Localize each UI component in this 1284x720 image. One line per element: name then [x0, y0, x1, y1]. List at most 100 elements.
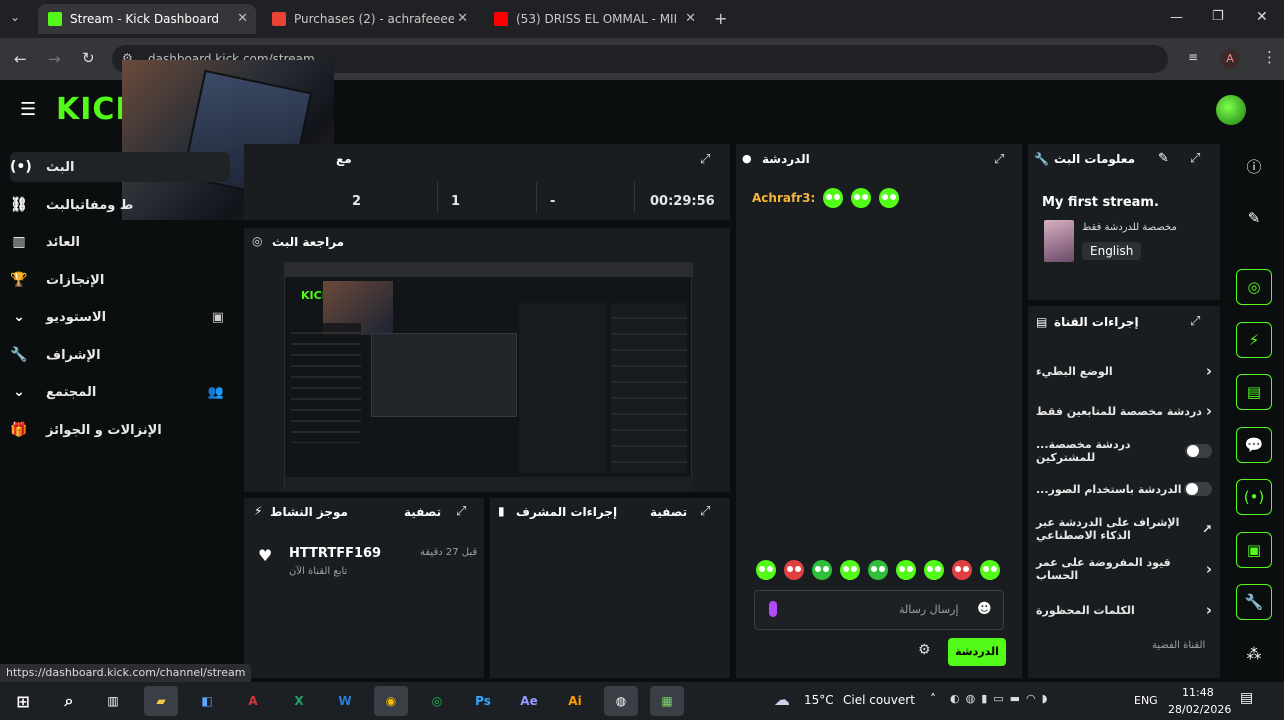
task-view-icon[interactable]: ▥ [96, 686, 130, 716]
forward-button[interactable]: → [48, 50, 61, 68]
excel-icon[interactable]: X [282, 686, 316, 716]
emote-only-toggle[interactable] [1184, 482, 1212, 496]
expand-icon[interactable]: ⤢ [456, 504, 466, 519]
preview-toggle-icon[interactable]: ◎ [1236, 269, 1272, 305]
chrome-icon[interactable]: ◉ [374, 686, 408, 716]
chat-username[interactable]: Achrafr3: [752, 191, 815, 205]
emote-icon[interactable] [924, 560, 944, 580]
user-avatar[interactable] [1216, 95, 1246, 125]
language-indicator[interactable]: ENG [1134, 694, 1158, 707]
emote-icon[interactable] [952, 560, 972, 580]
sidebar-item-achievements[interactable]: 🏆 الإنجازات [10, 265, 230, 295]
new-tab-button[interactable]: + [714, 9, 727, 28]
word-icon[interactable]: W [328, 686, 362, 716]
close-window-button[interactable]: ✕ [1256, 9, 1268, 25]
tab-search-button[interactable]: ⌄ [10, 10, 20, 24]
info-icon[interactable]: ⓘ [1236, 148, 1272, 184]
clock-date[interactable]: 28/02/2026 [1168, 703, 1231, 716]
wrench-toggle-icon[interactable]: 🔧 [1236, 584, 1272, 620]
clock-time[interactable]: 11:48 [1182, 686, 1214, 699]
chat-send-button[interactable]: الدردشة [948, 638, 1006, 666]
sidebar-item-moderation[interactable]: 🔧 الإشراف [10, 340, 230, 370]
action-slow-mode[interactable]: الوضع البطيء › [1036, 357, 1212, 385]
activity-toggle-icon[interactable]: ⚡ [1236, 322, 1272, 358]
obs-icon[interactable]: ◍ [604, 686, 638, 716]
stream-preview-video[interactable]: KICK [284, 262, 693, 491]
sidebar-item-revenue[interactable]: ▥ العائد [10, 227, 230, 257]
profile-avatar[interactable]: A [1220, 49, 1240, 69]
sidebar-item-studio[interactable]: ⌄ الاستوديو ▣ [10, 302, 230, 332]
start-button[interactable]: ⊞ [6, 686, 40, 716]
media-controls-icon[interactable]: ≡ [1188, 50, 1198, 64]
notifications-icon[interactable]: ▤ [1240, 690, 1253, 706]
photoshop-icon[interactable]: Ps [466, 686, 500, 716]
event-time: قبل 27 دقيقة [420, 547, 478, 558]
expand-icon[interactable]: ⤢ [700, 504, 710, 519]
broadcast-toggle-icon[interactable]: (•) [1236, 479, 1272, 515]
expand-icon[interactable]: ⤢ [1190, 151, 1200, 166]
tab-kick-dashboard[interactable]: Stream - Kick Dashboard ✕ [38, 4, 256, 34]
close-tab-icon[interactable]: ✕ [685, 11, 696, 26]
action-account-age[interactable]: قيود المفروضة على عمر الحساب › [1036, 555, 1212, 583]
close-tab-icon[interactable]: ✕ [237, 11, 248, 26]
action-banned-words[interactable]: الكلمات المحظورة › [1036, 596, 1212, 624]
sidebar-item-drops[interactable]: 🎁 الإنزالات و الجوائز [10, 415, 230, 445]
activity-filter[interactable]: تصفية [404, 505, 441, 519]
category-name[interactable]: مخصصة للدردشة فقط [1082, 222, 1177, 233]
file-explorer-icon[interactable]: ▰ [144, 686, 178, 716]
browser-menu-icon[interactable]: ⋮ [1262, 48, 1277, 66]
store-icon[interactable]: ◧ [190, 686, 224, 716]
category-thumbnail[interactable] [1044, 220, 1074, 262]
action-label: الوضع البطيء [1036, 364, 1113, 378]
tab-youtube[interactable]: (53) DRISS EL OMMAL - MIMTI ✕ [484, 4, 704, 34]
access-icon[interactable]: A [236, 686, 270, 716]
sidebar-item-links[interactable]: ⛓ ط ومفاتيالبث [10, 190, 230, 220]
weather-desc[interactable]: Ciel couvert [843, 693, 915, 707]
edit-icon[interactable]: ✎ [1236, 200, 1272, 236]
tab-gmail[interactable]: Purchases (2) - achrafeeee2008 ✕ [262, 4, 476, 34]
emoji-icon[interactable]: ☻ [977, 601, 992, 617]
weather-cloud-icon[interactable]: ☁ [774, 690, 790, 709]
back-button[interactable]: ← [14, 50, 27, 68]
expand-icon[interactable]: ⤢ [1190, 314, 1200, 329]
edit-pencil-icon[interactable]: ✎ [1158, 151, 1169, 166]
after-effects-icon[interactable]: Ae [512, 686, 546, 716]
apps-icon[interactable]: ⁂ [1236, 636, 1272, 672]
emote-icon[interactable] [896, 560, 916, 580]
chat-settings-icon[interactable]: ⚙ [918, 642, 931, 658]
layout-toggle-icon[interactable]: ▣ [1236, 532, 1272, 568]
spotify-icon[interactable]: ◎ [420, 686, 454, 716]
close-tab-icon[interactable]: ✕ [457, 11, 468, 26]
action-ai-moderation[interactable]: الإشراف على الدردشة عبر الذكاء الاصطناعي… [1036, 512, 1212, 546]
maximize-button[interactable]: ❐ [1212, 9, 1224, 24]
android-icon[interactable]: ▦ [650, 686, 684, 716]
chat-toggle-icon[interactable]: 💬 [1236, 427, 1272, 463]
illustrator-icon[interactable]: Ai [558, 686, 592, 716]
subscribers-only-toggle[interactable] [1185, 444, 1212, 458]
tray-chevron-icon[interactable]: ˄ [930, 692, 936, 706]
tray-icons[interactable]: ◐◍▮▭▬◠◗ [950, 692, 1053, 705]
sidebar-item-community[interactable]: ⌄ المجتمع 👥 [10, 377, 230, 407]
reload-button[interactable]: ↻ [82, 49, 95, 67]
hamburger-menu-icon[interactable]: ☰ [20, 99, 36, 120]
emote-icon[interactable] [784, 560, 804, 580]
emote-icon[interactable] [756, 560, 776, 580]
action-emote-only[interactable]: ...الدردشة باستخدام الصور [1036, 475, 1212, 503]
action-followers-only[interactable]: دردشة مخصصة للمتابعين فقط › [1036, 397, 1212, 425]
action-subscribers-only[interactable]: ...دردشة مخصصة للمشتركين [1036, 437, 1212, 465]
chat-input[interactable]: إرسال رسالة ☻ [754, 590, 1004, 630]
mod-actions-filter[interactable]: تصفية [650, 505, 687, 519]
notes-toggle-icon[interactable]: ▤ [1236, 374, 1272, 410]
expand-icon[interactable]: ⤢ [700, 152, 710, 167]
emote-icon[interactable] [812, 560, 832, 580]
sidebar-item-stream[interactable]: (•) البث [10, 152, 230, 182]
search-icon[interactable]: ⌕ [52, 686, 86, 716]
emote-icon[interactable] [980, 560, 1000, 580]
expand-icon[interactable]: ⤢ [994, 152, 1004, 167]
emote-icon[interactable] [840, 560, 860, 580]
emote-icon[interactable] [868, 560, 888, 580]
weather-temp[interactable]: 15°C [804, 693, 834, 707]
chart-icon: ▥ [12, 234, 26, 250]
minimize-button[interactable]: — [1170, 10, 1183, 25]
mic-icon[interactable] [769, 601, 777, 617]
